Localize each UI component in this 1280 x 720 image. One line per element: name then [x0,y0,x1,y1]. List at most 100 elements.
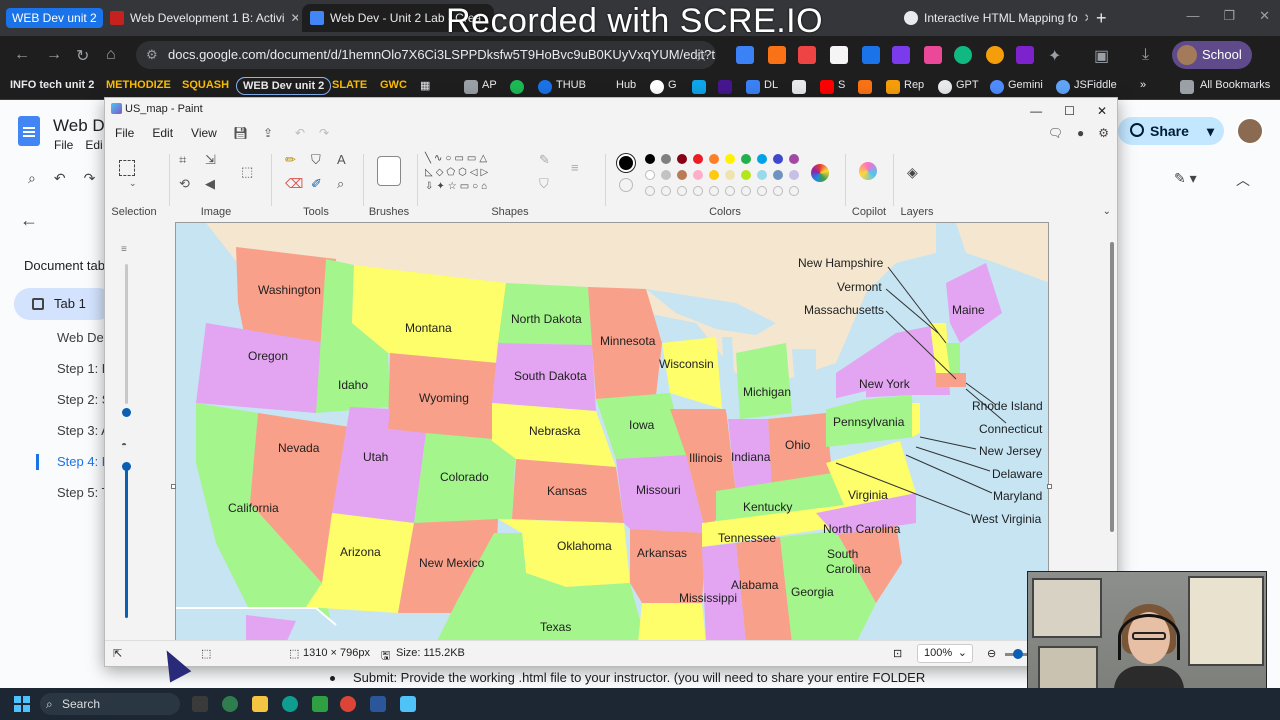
menu-edit[interactable]: Edi [85,138,102,152]
menu-view[interactable]: View [191,126,217,140]
color-swatch[interactable] [661,154,671,164]
bookmark-info-tech[interactable]: INFO tech unit 2 [10,79,94,91]
paint-taskbar-icon[interactable] [400,696,416,712]
extension-icon[interactable] [830,46,848,64]
color-swatch[interactable] [645,154,655,164]
color-swatch[interactable] [757,170,767,180]
outline-item[interactable]: Step 1: P [57,361,110,376]
color-swatch[interactable] [725,170,735,180]
color-swatch[interactable] [693,170,703,180]
extension-icon[interactable] [892,46,910,64]
close-icon[interactable]: ✕ [1084,11,1088,25]
tab-group-chip[interactable]: WEB Dev unit 2 [6,8,103,28]
maximize-icon[interactable]: ❐ [1223,8,1235,24]
minimize-icon[interactable]: — [1030,100,1042,122]
outline-item[interactable]: Step 2: S [57,392,110,407]
bookmark-g[interactable]: G [668,79,677,91]
secondary-color-swatch[interactable] [619,178,633,192]
eraser-icon[interactable]: ⌫ [285,176,303,192]
extension-icon[interactable] [924,46,942,64]
zoom-out-icon[interactable]: ⊖ [987,647,996,660]
slider-fill[interactable] [125,468,128,618]
bookmark-slate[interactable]: SLATE [332,79,367,91]
extension-icon[interactable] [798,46,816,64]
custom-color-slot[interactable] [693,186,703,196]
chevron-down-icon[interactable]: ⌄ [129,178,137,189]
doc-tab-1[interactable]: Tab 1 [14,288,114,320]
extension-icon[interactable] [862,46,880,64]
back-icon[interactable]: ← [14,46,30,64]
custom-color-slot[interactable] [677,186,687,196]
custom-color-slot[interactable] [709,186,719,196]
pencil-icon[interactable]: ✏ [285,152,296,168]
color-picker-icon[interactable]: ✐ [311,176,322,192]
redo-icon[interactable]: ↷ [84,170,96,187]
image-select-icon[interactable]: ⬚ [241,164,253,180]
chevron-up-icon[interactable]: ︿ [1236,170,1250,190]
color-swatch[interactable] [741,170,751,180]
layers-icon[interactable]: ◈ [907,164,918,181]
profile-button[interactable]: School [1172,41,1252,69]
slider-thumb[interactable] [122,408,131,417]
apps-grid-icon[interactable]: ▦ [420,79,430,92]
menu-edit[interactable]: Edit [152,126,173,140]
extension-icon[interactable] [768,46,786,64]
chevron-down-icon[interactable]: ⌄ [1103,206,1111,217]
magnifier-icon[interactable]: ⌕ [337,176,344,192]
undo-icon[interactable]: ↶ [295,126,305,140]
bookmark-s[interactable]: S [838,79,845,91]
slider-track[interactable] [125,264,128,404]
copilot-taskbar-icon[interactable] [222,696,238,712]
custom-color-slot[interactable] [757,186,767,196]
taskbar-search[interactable]: ⌕ Search [40,693,180,715]
color-swatch[interactable] [661,170,671,180]
extension-icon[interactable] [986,46,1004,64]
bookmark-jsfiddle[interactable]: JSFiddle [1074,79,1117,91]
extension-icon[interactable] [736,46,754,64]
select-icon[interactable] [119,160,135,176]
flip-icon[interactable]: ◀ [205,176,215,192]
bookmark-hub[interactable]: Hub [616,79,636,91]
sidepanel-icon[interactable]: ▣ [1094,46,1109,66]
bookmark-thub[interactable]: THUB [556,79,586,91]
bookmark-web-dev-unit-2[interactable]: WEB Dev unit 2 [236,77,332,95]
all-bookmarks[interactable]: All Bookmarks [1200,79,1270,91]
outline-item[interactable]: Step 3: A [57,423,110,438]
settings-gear-icon[interactable]: ⚙ [1098,126,1109,140]
text-tool-icon[interactable]: A [337,152,346,167]
share-button[interactable]: Share ▾ [1118,117,1224,145]
bookmark-star-icon[interactable]: ☆ [694,46,708,66]
edge-icon[interactable] [282,696,298,712]
comment-icon[interactable]: 🗨︎ [1048,126,1063,140]
chrome-icon[interactable] [340,696,356,712]
back-arrow-icon[interactable]: ← [20,210,38,231]
resize-icon[interactable]: ⇲ [205,152,216,168]
extension-icon[interactable] [1016,46,1034,64]
color-swatch[interactable] [677,154,687,164]
rotate-icon[interactable]: ⟲ [179,176,190,192]
bookmark-gemini[interactable]: Gemini [1008,79,1043,91]
menu-file[interactable]: File [54,138,73,152]
spotify-icon[interactable] [510,80,524,94]
size-icon[interactable]: ≡ [571,160,579,175]
paint-canvas[interactable]: Washington Oregon California Nevada Idah… [175,222,1049,642]
fit-window-icon[interactable]: ⊡ [893,647,902,660]
color-swatch[interactable] [741,154,751,164]
color-swatch[interactable] [693,154,703,164]
url-bar[interactable]: ⚙ docs.google.com/document/d/1hemnOlo7X6… [136,41,716,69]
extensions-puzzle-icon[interactable]: ✦ [1048,46,1061,66]
app-icon[interactable] [370,696,386,712]
color-swatch[interactable] [773,170,783,180]
bookmark-dl[interactable]: DL [764,79,778,91]
reload-icon[interactable]: ↻ [76,46,89,66]
site-info-icon[interactable]: ⚙ [146,41,158,69]
docs-logo-icon[interactable] [18,116,40,146]
file-explorer-icon[interactable] [252,696,268,712]
outline-item[interactable]: Web Dev [57,330,110,345]
canvas-resize-handle[interactable] [1047,484,1052,489]
shapes-gallery[interactable]: ╲∿○▭▭△ ◺◇⬠⬡◁▷ ⇩✦☆▭○⌂ [425,152,525,194]
download-icon[interactable]: ⤓ [1142,46,1149,64]
zoom-dropdown[interactable]: 100% ⌄ [917,644,973,663]
fill-bucket-icon[interactable]: ⛉ [311,152,321,168]
zoom-slider-thumb[interactable] [1013,649,1023,659]
